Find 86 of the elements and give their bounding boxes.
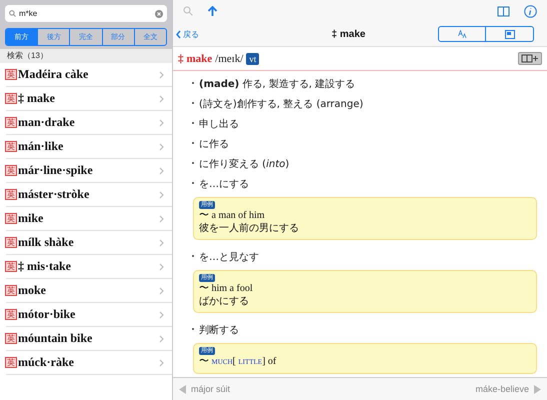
result-word: mán·like [18,139,64,154]
result-item[interactable]: 英 man·drake [6,111,172,135]
sense-text: を…と見なす [199,252,259,263]
add-to-wordbook-button[interactable] [518,52,542,65]
pronunciation: /meɪk/ [215,52,244,64]
language-badge: 英 [5,213,17,224]
chevron-icon [159,334,164,342]
example-translation: ばかにする [199,295,249,308]
font-size-icon [458,30,466,38]
chevron-icon [159,262,164,270]
result-item[interactable]: 英 ‡ mis·take [6,255,172,279]
sense-text: を…にする [199,179,249,190]
result-item[interactable]: 英 máster·stròke [6,183,172,207]
language-badge: 英 [5,237,17,248]
result-word: múck·ràke [18,355,75,370]
info-icon[interactable] [524,4,537,18]
language-badge: 英 [5,117,17,128]
chevron-icon [159,94,164,102]
result-word: mílk shàke [18,235,75,250]
headword: make [186,52,212,64]
result-word: mótor·bike [18,307,76,322]
part-of-speech-label: vt [246,52,260,64]
example-translation: 彼を一人前の男にする [199,222,299,235]
language-badge: 英 [5,69,17,80]
result-word: móuntain bike [18,331,94,346]
result-word: moke [18,283,47,298]
language-badge: 英 [5,357,17,368]
clear-icon[interactable] [155,10,163,18]
entry-title: ‡ make [330,28,366,40]
chevron-icon [159,310,164,318]
back-button[interactable]: 戻る [176,28,199,40]
importance-mark: ‡ [178,52,184,64]
language-badge: 英 [5,93,17,104]
result-word: már·line·spike [18,163,94,178]
search-icon [9,10,16,17]
chevron-icon [159,214,164,222]
language-badge: 英 [5,189,17,200]
book-icon[interactable] [497,6,510,16]
chevron-icon [159,166,164,174]
results-header: 検索（13） [0,49,172,63]
chevron-icon [159,358,164,366]
picture-icon [504,30,514,38]
result-item[interactable]: 英 moke [6,279,172,303]
sense-text: 申し出る [199,119,239,130]
chevron-icon [159,190,164,198]
result-word: ‡ mis·take [18,259,72,274]
language-badge: 英 [5,141,17,152]
triangle-right-icon [534,384,541,394]
example-english: 〜 a man of him [199,209,265,222]
book-plus-icon [521,54,539,63]
language-badge: 英 [5,261,17,272]
result-item[interactable]: 英 mike [6,207,172,231]
font-size-button[interactable] [438,26,486,42]
result-item[interactable]: 英 mán·like [6,135,172,159]
chevron-icon [159,142,164,150]
chevron-icon [159,238,164,246]
result-item[interactable]: 英 Madéira càke [6,63,172,87]
sense-text: (詩文を)創作する, 整える (arrange) [199,99,364,110]
chevron-icon [159,70,164,78]
up-arrow-icon[interactable] [207,6,218,16]
language-badge: 英 [5,309,17,320]
result-item[interactable]: 英 múck·ràke [6,351,172,375]
sense-text: に作り変える (into) [199,159,290,170]
result-word: Madéira càke [18,67,90,82]
language-badge: 英 [5,333,17,344]
result-item[interactable]: 英 már·line·spike [6,159,172,183]
result-item[interactable]: 英 mótor·bike [6,303,172,327]
example-english: 〜 him a fool [199,282,253,295]
result-item[interactable]: 英 móuntain bike [6,327,172,351]
result-word: mike [18,211,44,226]
chevron-icon [159,118,164,126]
result-word: máster·stròke [18,187,90,202]
chevron-icon [159,286,164,294]
result-item[interactable]: 英 mílk shàke [6,231,172,255]
sense-text: 判断する [199,325,239,336]
sense-text: (made) 作る, 製造する, 建設する [199,79,356,90]
triangle-left-icon [179,384,186,394]
result-word: ‡ make [18,91,56,106]
language-badge: 英 [5,165,17,176]
search-field[interactable]: m*ke [5,5,167,22]
result-item[interactable]: 英 ‡ make [6,87,172,111]
sense-text: に作る [199,139,229,150]
chevron-left-icon [176,30,181,38]
result-word: man·drake [18,115,76,130]
picture-button[interactable] [486,26,534,42]
language-badge: 英 [5,285,17,296]
